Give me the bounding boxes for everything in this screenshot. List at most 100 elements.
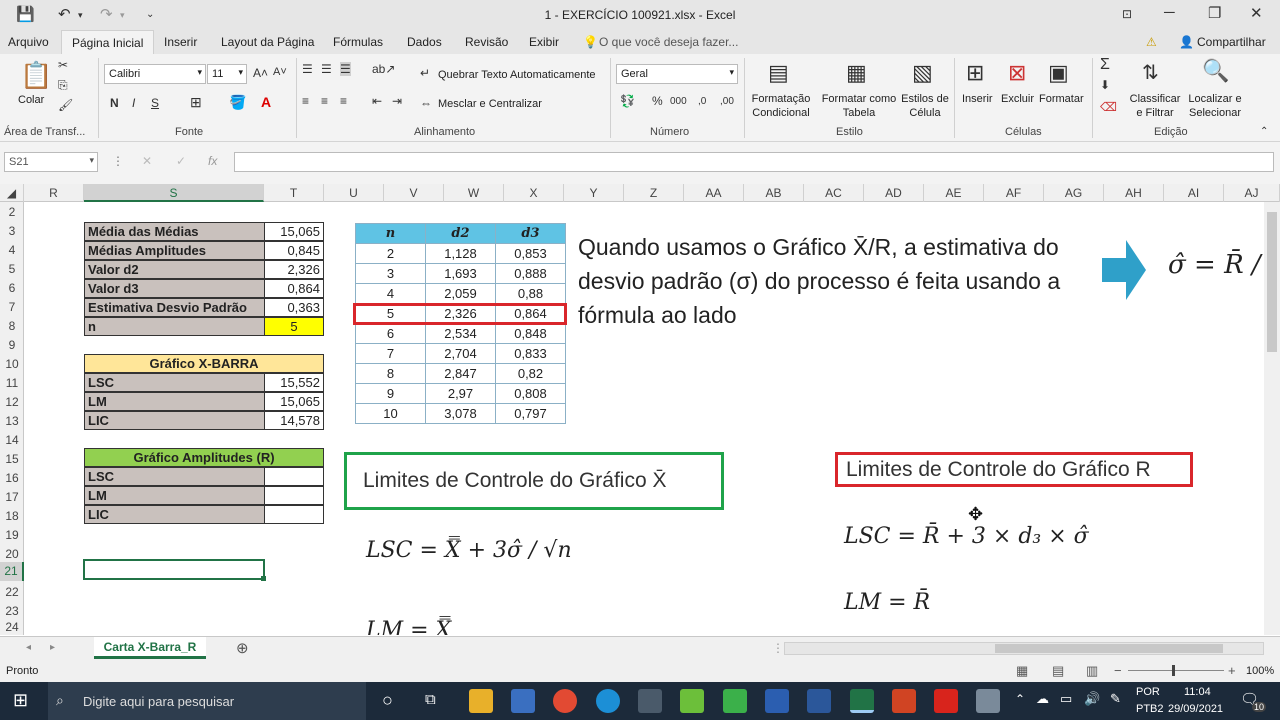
column-header[interactable]: Y bbox=[564, 184, 624, 202]
delete-cells-icon[interactable]: ⊠ bbox=[1008, 60, 1026, 86]
currency-icon[interactable]: 💱 bbox=[620, 94, 635, 108]
format-painter-icon[interactable]: 🖌 bbox=[58, 98, 73, 112]
clock-time[interactable]: 11:04 bbox=[1184, 686, 1211, 698]
borders-icon[interactable]: ⊞ bbox=[190, 94, 202, 111]
prev-sheet-icon[interactable]: ◂ bbox=[26, 642, 31, 653]
powerpoint-icon[interactable] bbox=[892, 689, 916, 713]
windows-start-icon[interactable]: ⊞ bbox=[13, 690, 28, 711]
cell-styles-icon[interactable]: ▧ bbox=[912, 60, 933, 86]
zoom-in-icon[interactable]: + bbox=[1228, 663, 1236, 678]
amp-value[interactable] bbox=[264, 467, 324, 486]
summary-value[interactable]: 0,864 bbox=[264, 279, 324, 298]
column-header[interactable]: Z bbox=[624, 184, 684, 202]
align-center-icon[interactable]: ≡ bbox=[321, 94, 328, 108]
xbar-label[interactable]: LSC bbox=[84, 373, 264, 392]
column-header[interactable]: AD bbox=[864, 184, 924, 202]
word-icon[interactable] bbox=[807, 689, 831, 713]
summary-value[interactable]: 0,845 bbox=[264, 241, 324, 260]
clock-date[interactable]: 29/09/2021 bbox=[1168, 703, 1223, 715]
column-header[interactable]: AF bbox=[984, 184, 1044, 202]
fill-handle[interactable] bbox=[261, 576, 266, 581]
warning-icon[interactable]: ⚠ bbox=[1146, 35, 1157, 49]
column-header[interactable]: U bbox=[324, 184, 384, 202]
xbar-header[interactable]: Gráfico X-BARRA bbox=[84, 354, 324, 373]
language-1[interactable]: POR bbox=[1136, 686, 1160, 698]
ribbon-display-icon[interactable]: ⊡ bbox=[1122, 7, 1132, 21]
zoom-slider[interactable] bbox=[1128, 670, 1224, 671]
row-header[interactable]: 7 bbox=[0, 300, 24, 314]
tab-exibir[interactable]: Exibir bbox=[529, 35, 559, 49]
tab-formulas[interactable]: Fórmulas bbox=[333, 35, 383, 49]
row-header[interactable]: 6 bbox=[0, 281, 24, 295]
delete-cells-button[interactable]: Excluir bbox=[1001, 92, 1034, 106]
row-header[interactable]: 13 bbox=[0, 414, 24, 428]
file-explorer-icon[interactable] bbox=[469, 689, 493, 713]
close-icon[interactable]: ✕ bbox=[1250, 4, 1263, 22]
underline-button[interactable]: S bbox=[151, 96, 159, 110]
row-header[interactable]: 18 bbox=[0, 509, 24, 523]
insert-cells-icon[interactable]: ⊞ bbox=[966, 60, 984, 86]
conditional-format-button[interactable]: Formatação Condicional bbox=[750, 92, 812, 120]
xbar-value[interactable]: 14,578 bbox=[264, 411, 324, 430]
row-header[interactable]: 16 bbox=[0, 471, 24, 485]
row-header[interactable]: 10 bbox=[0, 357, 24, 371]
row-header[interactable]: 8 bbox=[0, 319, 24, 333]
column-header[interactable]: AG bbox=[1044, 184, 1104, 202]
font-color-icon[interactable]: A bbox=[261, 94, 271, 110]
merge-center-button[interactable]: Mesclar e Centralizar bbox=[438, 97, 542, 111]
cell-styles-button[interactable]: Estilos de Célula bbox=[900, 92, 950, 120]
decrease-indent-icon[interactable]: ⇤ bbox=[372, 94, 382, 108]
xbar-label[interactable]: LM bbox=[84, 392, 264, 411]
fill-color-icon[interactable]: 🪣 bbox=[229, 94, 246, 111]
format-cells-button[interactable]: Formatar bbox=[1039, 92, 1084, 106]
pen-icon[interactable]: ✎ bbox=[1110, 691, 1121, 707]
row-header[interactable]: 22 bbox=[0, 585, 24, 599]
find-select-icon[interactable]: 🔍 bbox=[1202, 58, 1229, 84]
zoom-level[interactable]: 100% bbox=[1246, 665, 1274, 677]
tab-pagina-inicial[interactable]: Página Inicial bbox=[61, 30, 155, 54]
align-top-icon[interactable]: ☰ bbox=[302, 62, 313, 76]
increase-indent-icon[interactable]: ⇥ bbox=[392, 94, 402, 108]
page-layout-icon[interactable]: ▤ bbox=[1052, 663, 1064, 679]
xbar-value[interactable]: 15,552 bbox=[264, 373, 324, 392]
align-bottom-icon[interactable]: ☰ bbox=[340, 62, 351, 76]
wrap-text-button[interactable]: Quebrar Texto Automaticamente bbox=[438, 68, 596, 82]
summary-label[interactable]: n bbox=[84, 317, 264, 336]
summary-label[interactable]: Média das Médias bbox=[84, 222, 264, 241]
summary-value-n[interactable]: 5 bbox=[264, 317, 324, 336]
column-header[interactable]: AI bbox=[1164, 184, 1224, 202]
format-cells-icon[interactable]: ▣ bbox=[1048, 60, 1069, 86]
store-icon[interactable] bbox=[511, 689, 535, 713]
collapse-ribbon-icon[interactable]: ⌃ bbox=[1260, 126, 1268, 137]
amp-header[interactable]: Gráfico Amplitudes (R) bbox=[84, 448, 324, 467]
excel-icon[interactable] bbox=[850, 689, 874, 713]
row-header[interactable]: 3 bbox=[0, 224, 24, 238]
copy-icon[interactable]: ⎘ bbox=[58, 78, 68, 93]
battery-icon[interactable]: ▭ bbox=[1060, 691, 1072, 707]
row-header[interactable]: 24 bbox=[0, 620, 24, 634]
add-sheet-icon[interactable]: ⊕ bbox=[236, 639, 249, 657]
minimize-icon[interactable]: ─ bbox=[1164, 4, 1175, 21]
amp-value[interactable] bbox=[264, 486, 324, 505]
percent-icon[interactable]: % bbox=[652, 94, 663, 108]
xbar-value[interactable]: 15,065 bbox=[264, 392, 324, 411]
taskbar-search[interactable]: ⌕ Digite aqui para pesquisar bbox=[48, 682, 366, 720]
share-button[interactable]: Compartilhar bbox=[1197, 35, 1266, 49]
app-icon[interactable] bbox=[680, 689, 704, 713]
tab-layout[interactable]: Layout da Página bbox=[221, 35, 314, 49]
tab-dados[interactable]: Dados bbox=[407, 35, 442, 49]
shrink-font-icon[interactable]: A˅ bbox=[273, 66, 287, 78]
conditional-format-icon[interactable]: ▤ bbox=[768, 60, 789, 86]
acrobat-icon[interactable] bbox=[934, 689, 958, 713]
column-header[interactable]: T bbox=[264, 184, 324, 202]
network-icon[interactable]: ☁ bbox=[1036, 691, 1049, 707]
cancel-entry-icon[interactable]: ✕ bbox=[142, 154, 152, 168]
row-header[interactable]: 4 bbox=[0, 243, 24, 257]
comma-icon[interactable]: 000 bbox=[670, 96, 687, 107]
amp-label[interactable]: LSC bbox=[84, 467, 264, 486]
sort-filter-button[interactable]: Classificar e Filtrar bbox=[1126, 92, 1184, 120]
row-header[interactable]: 20 bbox=[0, 547, 24, 561]
column-header-selected[interactable]: S bbox=[84, 184, 264, 202]
row-header[interactable]: 14 bbox=[0, 433, 24, 447]
column-header[interactable]: AE bbox=[924, 184, 984, 202]
